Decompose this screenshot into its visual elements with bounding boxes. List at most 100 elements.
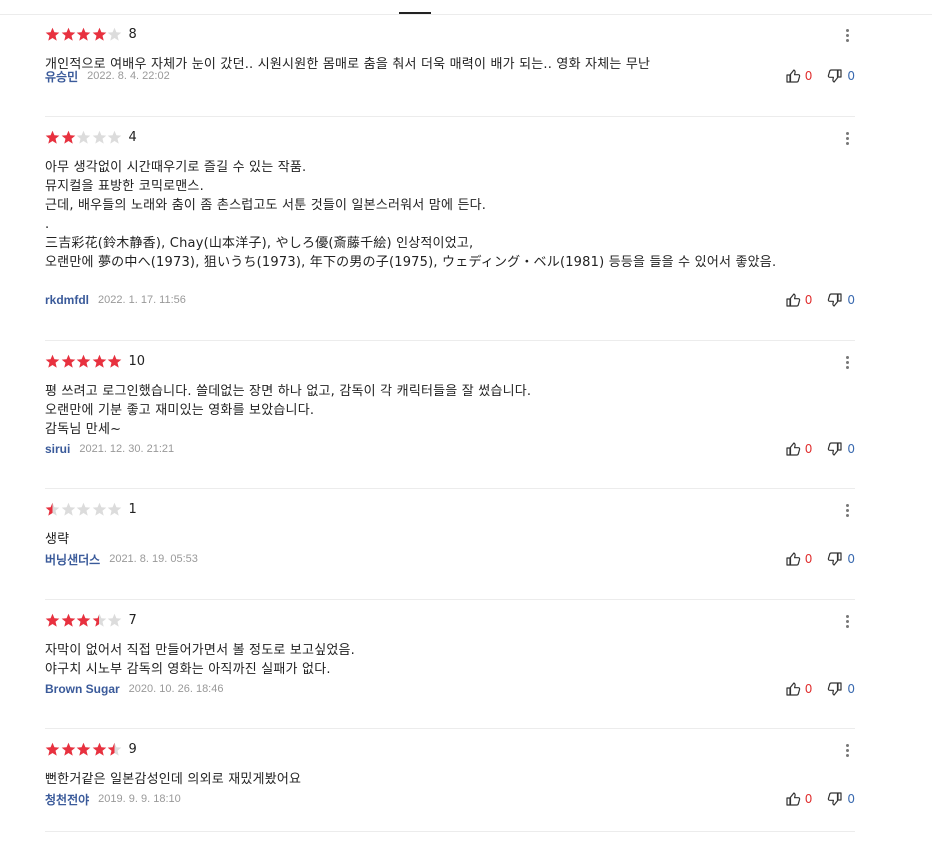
like-count: 0 [804, 293, 813, 307]
review-author[interactable]: 유승민 [45, 68, 78, 85]
star-icon [76, 130, 91, 145]
like-button[interactable]: 0 [785, 551, 828, 567]
like-count: 0 [804, 682, 813, 696]
star-icon [61, 130, 76, 145]
review-text: 뻔한거같은 일본감성인데 의외로 재밌게봤어요 [45, 772, 302, 787]
like-count: 0 [804, 69, 813, 83]
dislike-count: 0 [847, 682, 855, 696]
star-icon [92, 27, 107, 42]
star-icon [76, 354, 91, 369]
star-icon [92, 354, 107, 369]
review-author[interactable]: 청천전야 [45, 791, 89, 808]
like-count: 0 [804, 792, 813, 806]
review-rating: 9 [45, 741, 137, 757]
star-icon [61, 502, 76, 517]
review-item: 1 생략 버닝샌더스 2021. 8. 19. 05:53 0 0 [45, 489, 855, 600]
review-text: 평 쓰려고 로그인했습니다. 쓸데없는 장면 하나 없고, 감독이 각 캐릭터들… [45, 384, 532, 437]
more-vertical-icon[interactable] [839, 741, 855, 759]
more-vertical-icon[interactable] [839, 353, 855, 371]
thumbs-down-icon [827, 292, 843, 308]
like-count: 0 [804, 442, 813, 456]
more-vertical-icon[interactable] [839, 501, 855, 519]
review-date: 2019. 9. 9. 18:10 [98, 793, 181, 805]
review-author[interactable]: rkdmfdl [45, 293, 89, 307]
star-icon [107, 27, 122, 42]
rating-score: 4 [128, 129, 137, 145]
dislike-button[interactable]: 0 [827, 551, 855, 567]
review-date: 2021. 8. 19. 05:53 [109, 553, 198, 565]
review-rating: 8 [45, 26, 137, 42]
review-date: 2022. 8. 4. 22:02 [87, 70, 170, 82]
review-text: 아무 생각없이 시간때우기로 즐길 수 있는 작품. 뮤지컬을 표방한 코믹로맨… [45, 160, 777, 270]
thumbs-down-icon [827, 551, 843, 567]
star-rating [45, 742, 123, 757]
review-author[interactable]: 버닝샌더스 [45, 551, 100, 568]
like-button[interactable]: 0 [785, 68, 828, 84]
dislike-count: 0 [847, 792, 855, 806]
top-tab-bar [0, 0, 932, 15]
review-author[interactable]: sirui [45, 442, 70, 456]
rating-score: 1 [128, 501, 137, 517]
dislike-button[interactable]: 0 [827, 681, 855, 697]
review-meta: 청천전야 2019. 9. 9. 18:10 [45, 791, 181, 807]
review-text: 자막이 없어서 직접 만들어가면서 볼 정도로 보고싶었음. 야구치 시노부 감… [45, 643, 356, 677]
dislike-button[interactable]: 0 [827, 68, 855, 84]
dislike-button[interactable]: 0 [827, 791, 855, 807]
star-icon [61, 613, 76, 628]
star-icon [107, 613, 122, 628]
star-icon [45, 130, 60, 145]
like-button[interactable]: 0 [785, 791, 828, 807]
star-icon [45, 27, 60, 42]
review-date: 2021. 12. 30. 21:21 [79, 443, 175, 455]
thumbs-down-icon [827, 68, 843, 84]
rating-score: 10 [128, 353, 146, 369]
review-list: 8 개인적으로 여배우 자체가 눈이 갔던.. 시원시원한 몸매로 춤을 춰서 더… [45, 14, 855, 832]
rating-score: 7 [128, 612, 137, 628]
review-author[interactable]: Brown Sugar [45, 682, 120, 696]
rating-score: 9 [128, 741, 137, 757]
star-icon [76, 613, 91, 628]
thumbs-up-icon [785, 551, 801, 567]
star-icon [45, 502, 60, 517]
review-item: 7 자막이 없어서 직접 만들어가면서 볼 정도로 보고싶었음. 야구치 시노부 … [45, 600, 855, 729]
rating-score: 8 [128, 26, 137, 42]
star-icon [92, 742, 107, 757]
review-item: 8 개인적으로 여배우 자체가 눈이 갔던.. 시원시원한 몸매로 춤을 춰서 더… [45, 14, 855, 117]
like-button[interactable]: 0 [785, 292, 828, 308]
thumbs-up-icon [785, 441, 801, 457]
star-icon [92, 613, 107, 628]
star-icon [92, 502, 107, 517]
star-icon [61, 354, 76, 369]
star-rating [45, 27, 123, 42]
thumbs-up-icon [785, 791, 801, 807]
dislike-button[interactable]: 0 [827, 292, 855, 308]
thumbs-up-icon [785, 292, 801, 308]
dislike-count: 0 [847, 552, 855, 566]
thumbs-down-icon [827, 441, 843, 457]
star-icon [61, 27, 76, 42]
thumbs-up-icon [785, 68, 801, 84]
review-votes: 00 [785, 68, 855, 84]
like-count: 0 [804, 552, 813, 566]
more-vertical-icon[interactable] [839, 26, 855, 44]
star-icon [76, 502, 91, 517]
more-vertical-icon[interactable] [839, 129, 855, 147]
thumbs-up-icon [785, 681, 801, 697]
more-vertical-icon[interactable] [839, 612, 855, 630]
star-icon [45, 742, 60, 757]
review-item: 4 아무 생각없이 시간때우기로 즐길 수 있는 작품. 뮤지컬을 표방한 코믹로… [45, 117, 855, 341]
review-rating: 7 [45, 612, 137, 628]
star-icon [45, 354, 60, 369]
like-button[interactable]: 0 [785, 681, 828, 697]
star-icon [76, 742, 91, 757]
dislike-button[interactable]: 0 [827, 441, 855, 457]
like-button[interactable]: 0 [785, 441, 828, 457]
star-rating [45, 502, 123, 517]
review-meta: Brown Sugar 2020. 10. 26. 18:46 [45, 681, 223, 697]
review-meta: 버닝샌더스 2021. 8. 19. 05:53 [45, 551, 198, 567]
thumbs-down-icon [827, 681, 843, 697]
review-votes: 00 [785, 551, 855, 567]
dislike-count: 0 [847, 442, 855, 456]
star-icon [107, 742, 122, 757]
review-rating: 4 [45, 129, 137, 145]
